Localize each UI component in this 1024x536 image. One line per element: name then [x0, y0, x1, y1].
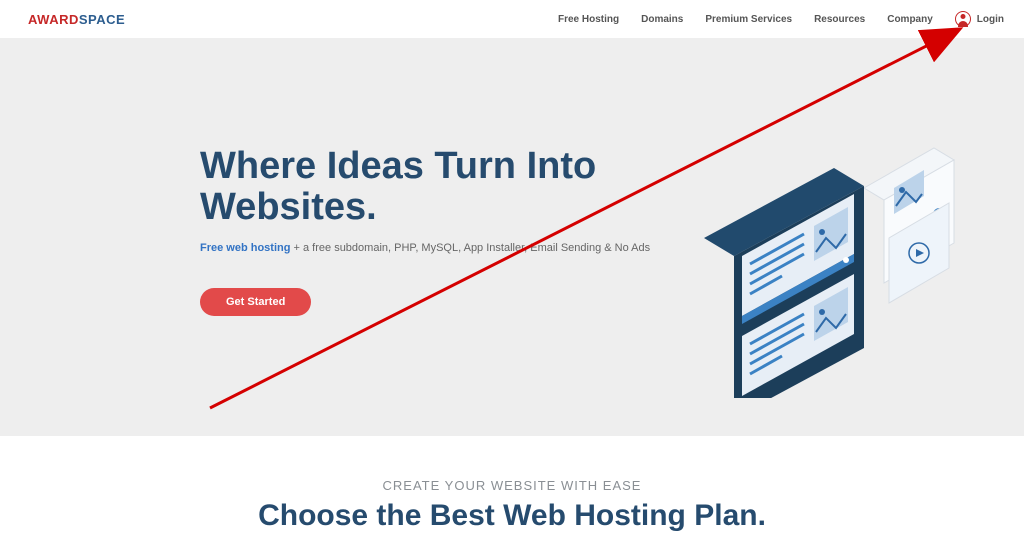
- login-link[interactable]: Login: [955, 11, 1004, 27]
- get-started-button[interactable]: Get Started: [200, 288, 311, 316]
- logo-part2: SPACE: [79, 12, 125, 27]
- nav-company[interactable]: Company: [887, 14, 933, 25]
- plan-eyebrow: CREATE YOUR WEBSITE WITH EASE: [0, 478, 1024, 493]
- nav-links: Free Hosting Domains Premium Services Re…: [558, 11, 1004, 27]
- user-icon: [955, 11, 971, 27]
- plan-headline: Choose the Best Web Hosting Plan.: [0, 499, 1024, 533]
- plan-section: CREATE YOUR WEBSITE WITH EASE Choose the…: [0, 436, 1024, 533]
- nav-resources[interactable]: Resources: [814, 14, 865, 25]
- login-label[interactable]: Login: [977, 14, 1004, 25]
- hero-sub-rest: + a free subdomain, PHP, MySQL, App Inst…: [290, 242, 650, 254]
- hero-section: Where Ideas Turn Into Websites. Free web…: [0, 38, 1024, 436]
- nav-free-hosting[interactable]: Free Hosting: [558, 14, 619, 25]
- top-nav: AWARDSPACE Free Hosting Domains Premium …: [0, 0, 1024, 38]
- logo[interactable]: AWARDSPACE: [28, 12, 125, 27]
- hero-headline: Where Ideas Turn Into Websites.: [200, 146, 680, 228]
- hero-sub-link[interactable]: Free web hosting: [200, 242, 290, 254]
- nav-domains[interactable]: Domains: [641, 14, 683, 25]
- hero-illustration: [664, 138, 964, 398]
- logo-part1: AWARD: [28, 12, 79, 27]
- nav-premium-services[interactable]: Premium Services: [705, 14, 792, 25]
